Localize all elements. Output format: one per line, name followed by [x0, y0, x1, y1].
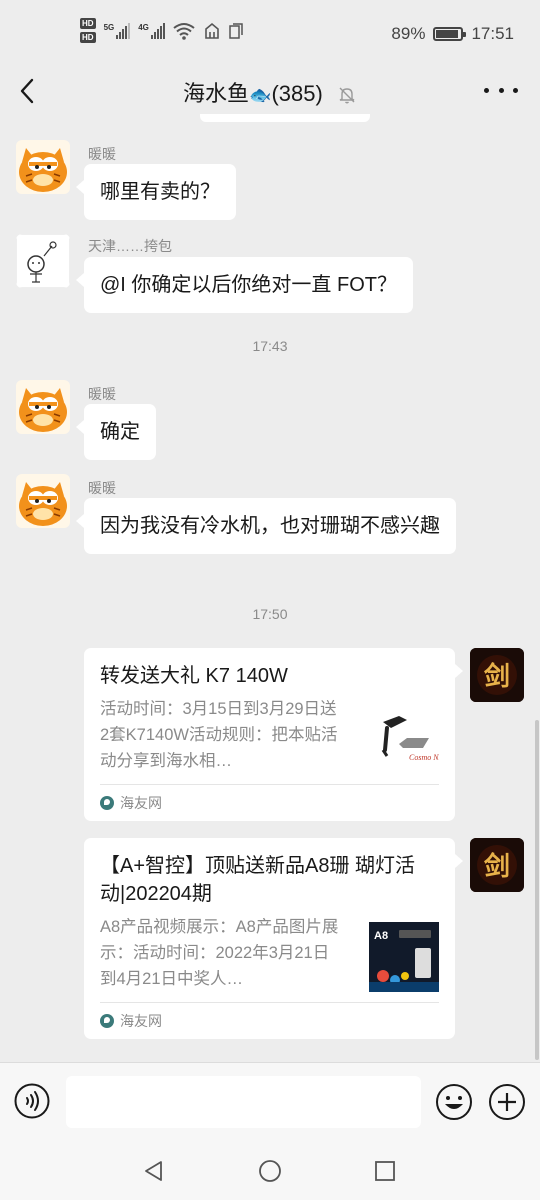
card-description: 活动时间：3月15日到3月29日送2套K7140W活动规则：把本贴活动分享到海水… [100, 700, 338, 770]
thumb-model: A8 [374, 930, 388, 942]
message-input[interactable] [66, 1076, 421, 1128]
chat-header: 海水鱼🐟(385) [0, 68, 540, 114]
emoji-icon[interactable] [435, 1083, 473, 1121]
sender-name: 天津……挎包 [88, 238, 172, 254]
my-avatar-image: 剑 [470, 648, 524, 702]
battery-icon [433, 27, 467, 41]
scrollbar[interactable] [535, 720, 539, 1060]
shared-link-card[interactable]: 转发送大礼 K7 140W 活动时间：3月15日到3月29日送2套K7140W活… [84, 648, 463, 821]
my-avatar[interactable]: 剑 [470, 648, 524, 702]
message-bubble[interactable]: 确定 [76, 404, 156, 460]
shared-link-card[interactable]: 【A+智控】顶贴送新品A8珊 瑚灯活动|202204期 A8产品视频展示：A8产… [84, 838, 463, 1039]
avatar-garfield[interactable] [16, 140, 70, 194]
hd-badge: HD [80, 32, 96, 43]
card-thumbnail-lamp: Cosmo NP [369, 704, 439, 774]
timestamp: 17:50 [252, 606, 288, 622]
thumb-brand: Cosmo NP [409, 753, 439, 762]
message-bubble[interactable]: @I 你确定以后你绝对一直 FOT？ [76, 257, 413, 313]
sender-name: 暖暖 [88, 480, 116, 496]
clock: 17:51 [471, 24, 514, 43]
avatar-garfield[interactable] [16, 474, 70, 528]
card-source: 海友网 [100, 784, 439, 821]
avatar-garfield[interactable] [16, 380, 70, 434]
message-bubble[interactable]: 哪里有卖的？ [76, 164, 236, 220]
sim-icon [229, 22, 243, 39]
avatar-sketch[interactable] [16, 234, 70, 288]
chat-title: 海水鱼🐟(385) [0, 76, 540, 108]
voice-icon[interactable] [14, 1083, 50, 1119]
source-name: 海友网 [120, 795, 162, 811]
status-bar: HD HD 5G 4G 89% 17:51 [0, 0, 540, 68]
more-icon[interactable] [484, 78, 518, 102]
mute-bell-icon [339, 87, 355, 104]
input-bar [0, 1062, 540, 1143]
timestamp: 17:43 [252, 338, 288, 354]
nav-recents-icon[interactable] [374, 1160, 396, 1182]
status-right: 89% 17:51 [391, 24, 514, 44]
card-source: 海友网 [100, 1002, 439, 1039]
message-list[interactable]: 暖暖 哪里有卖的？ 天津……挎包 @I 你确定以后你绝对一直 FOT？ 17:4… [0, 114, 540, 1062]
source-logo-icon [100, 1014, 114, 1028]
status-left-icons: HD HD 5G 4G [80, 18, 243, 43]
nfc-icon [205, 22, 219, 39]
wifi-icon [173, 22, 195, 40]
my-avatar[interactable]: 剑 [470, 838, 524, 892]
avatar-glyph: 剑 [484, 851, 510, 882]
add-more-icon[interactable] [488, 1083, 526, 1121]
card-thumbnail-a8: A8 [369, 922, 439, 992]
message-bubble[interactable]: 因为我没有冷水机，也对珊瑚不感兴趣 [76, 498, 456, 554]
battery-percent: 89% [391, 24, 426, 43]
nav-home-icon[interactable] [258, 1159, 282, 1183]
previous-message-bubble [200, 114, 370, 122]
battery-fill [436, 30, 458, 38]
group-name: 海水鱼 [183, 81, 250, 106]
card-title: 转发送大礼 K7 140W [100, 665, 288, 687]
source-name: 海友网 [120, 1013, 162, 1029]
member-count: (385) [271, 81, 323, 106]
sender-name: 暖暖 [88, 146, 116, 162]
signal-5g-icon: 5G [104, 22, 131, 39]
fish-emoji: 🐟 [249, 85, 272, 105]
source-logo-icon [100, 796, 114, 810]
hd-badge: HD [80, 18, 96, 29]
avatar-glyph: 剑 [484, 661, 510, 692]
my-avatar-image: 剑 [470, 838, 524, 892]
card-description: A8产品视频展示：A8产品图片展示：活动时间：2022年3月21日到4月21日中… [100, 918, 339, 988]
sender-name: 暖暖 [88, 386, 116, 402]
system-nav-bar [0, 1142, 540, 1200]
card-title: 【A+智控】顶贴送新品A8珊 瑚灯活动|202204期 [100, 855, 416, 905]
nav-back-icon[interactable] [142, 1159, 166, 1183]
signal-4g-icon: 4G [138, 22, 165, 39]
